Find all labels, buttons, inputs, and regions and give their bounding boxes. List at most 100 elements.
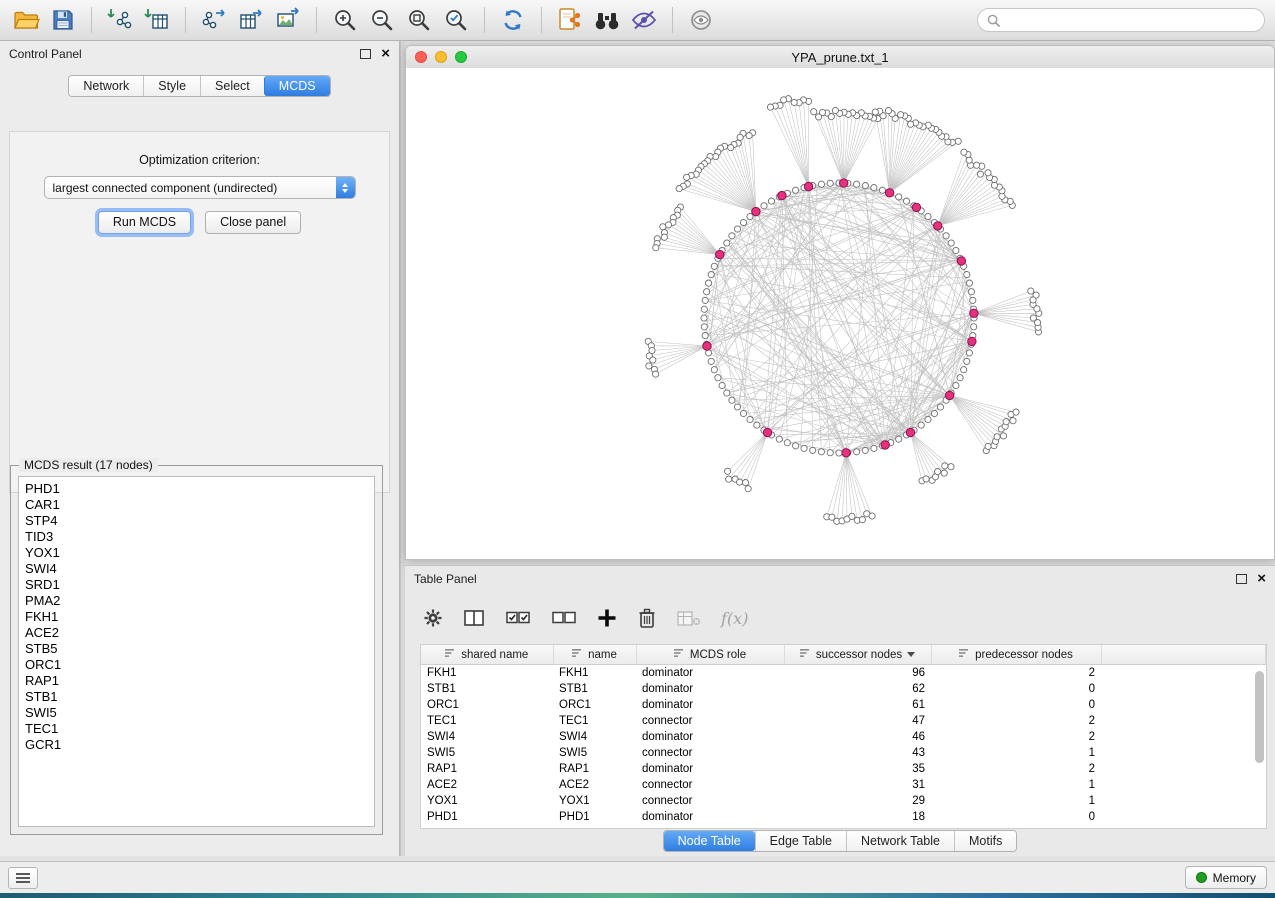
table-cell: SWI5 (553, 745, 636, 761)
column-header[interactable]: predecessor nodes (931, 645, 1101, 665)
optimization-criterion-select[interactable]: largest connected component (undirected) (44, 176, 356, 199)
table-cell: 62 (784, 681, 931, 697)
zoom-fit-icon[interactable] (403, 4, 435, 36)
result-node[interactable]: ORC1 (25, 657, 374, 673)
result-node[interactable]: ACE2 (25, 625, 374, 641)
tab-node-table[interactable]: Node Table (664, 831, 755, 851)
delete-row-icon[interactable] (637, 607, 657, 629)
table-row[interactable]: TEC1TEC1connector472 (421, 713, 1266, 729)
tab-network[interactable]: Network (69, 76, 143, 96)
share-document-icon[interactable] (554, 4, 586, 36)
table-cell: 61 (784, 697, 931, 713)
result-node[interactable]: RAP1 (25, 673, 374, 689)
table-cell: 46 (784, 729, 931, 745)
import-network-icon[interactable] (104, 4, 136, 36)
search-icon (987, 14, 1000, 27)
add-row-icon[interactable] (597, 608, 617, 628)
mcds-tab-page: Optimization criterion: largest connecte… (9, 131, 390, 493)
run-mcds-button[interactable]: Run MCDS (98, 211, 191, 234)
search-network-icon[interactable] (591, 4, 623, 36)
result-node[interactable]: FKH1 (25, 609, 374, 625)
network-canvas[interactable] (406, 68, 1274, 559)
result-node[interactable]: TEC1 (25, 721, 374, 737)
result-node[interactable]: PMA2 (25, 593, 374, 609)
table-cell: ACE2 (421, 777, 553, 793)
column-header[interactable]: MCDS role (636, 645, 784, 665)
zoom-out-icon[interactable] (366, 4, 398, 36)
result-node[interactable]: SWI4 (25, 561, 374, 577)
table-row[interactable]: PHD1PHD1dominator180 (421, 809, 1266, 825)
function-builder-icon[interactable]: f(x) (721, 609, 748, 628)
result-node[interactable]: CAR1 (25, 497, 374, 513)
table-sort-icon (445, 648, 456, 661)
table-cell: FKH1 (421, 665, 553, 682)
table-cell: dominator (636, 729, 784, 745)
table-cell: 29 (784, 793, 931, 809)
memory-button[interactable]: Memory (1185, 866, 1267, 889)
tab-style[interactable]: Style (143, 76, 200, 96)
result-node[interactable]: GCR1 (25, 737, 374, 753)
memory-button-label: Memory (1213, 871, 1256, 885)
mcds-result-list[interactable]: PHD1CAR1STP4TID3YOX1SWI4SRD1PMA2FKH1ACE2… (18, 476, 375, 827)
result-node[interactable]: STB5 (25, 641, 374, 657)
tab-select[interactable]: Select (200, 76, 264, 96)
column-header[interactable]: name (553, 645, 636, 665)
control-panel-tabs: NetworkStyleSelectMCDS (68, 75, 330, 97)
table-row[interactable]: STB1STB1dominator620 (421, 681, 1266, 697)
gear-icon[interactable] (423, 608, 443, 628)
float-panel-icon[interactable] (360, 49, 371, 59)
hide-annotations-icon[interactable] (628, 4, 660, 36)
control-panel: Control Panel × NetworkStyleSelectMCDS O… (0, 41, 400, 856)
zoom-selected-icon[interactable] (440, 4, 472, 36)
show-graphics-details-icon[interactable] (685, 4, 717, 36)
result-node[interactable]: SRD1 (25, 577, 374, 593)
tab-mcds[interactable]: MCDS (264, 76, 330, 96)
select-all-icon[interactable] (505, 608, 531, 628)
search-input[interactable] (1006, 12, 1255, 28)
column-header[interactable]: successor nodes (784, 645, 931, 665)
open-folder-icon[interactable] (10, 4, 42, 36)
export-network-icon[interactable] (198, 4, 230, 36)
toolbar-separator (185, 7, 186, 33)
export-table-icon[interactable] (235, 4, 267, 36)
control-panel-title: Control Panel (9, 47, 82, 61)
zoom-in-icon[interactable] (329, 4, 361, 36)
close-panel-icon[interactable]: × (1257, 571, 1266, 586)
table-row[interactable]: RAP1RAP1dominator352 (421, 761, 1266, 777)
table-cell: FKH1 (553, 665, 636, 682)
table-cell: 1 (931, 777, 1101, 793)
tab-edge-table[interactable]: Edge Table (755, 831, 846, 851)
table-row[interactable]: SWI4SWI4dominator462 (421, 729, 1266, 745)
table-cell: dominator (636, 681, 784, 697)
table-cell: 35 (784, 761, 931, 777)
result-node[interactable]: TID3 (25, 529, 374, 545)
status-menu-button[interactable] (8, 867, 38, 889)
clear-selection-icon[interactable] (551, 608, 577, 628)
result-node[interactable]: PHD1 (25, 481, 374, 497)
table-row[interactable]: FKH1FKH1dominator962 (421, 665, 1266, 682)
float-panel-icon[interactable] (1236, 574, 1247, 584)
column-header[interactable]: shared name (421, 645, 553, 665)
table-row[interactable]: SWI5SWI5connector431 (421, 745, 1266, 761)
export-image-icon[interactable] (272, 4, 304, 36)
table-row[interactable]: YOX1YOX1connector291 (421, 793, 1266, 809)
table-panel: Table Panel × (405, 565, 1275, 856)
result-node[interactable]: SWI5 (25, 705, 374, 721)
save-icon[interactable] (47, 4, 79, 36)
import-table-icon[interactable] (141, 4, 173, 36)
columns-icon[interactable] (463, 608, 485, 628)
network-window-titlebar[interactable]: YPA_prune.txt_1 (406, 46, 1274, 69)
table-row[interactable]: ACE2ACE2connector311 (421, 777, 1266, 793)
tab-network-table[interactable]: Network Table (846, 831, 954, 851)
network-window: YPA_prune.txt_1 (405, 45, 1275, 560)
close-panel-button[interactable]: Close panel (205, 211, 301, 234)
close-panel-icon[interactable]: × (381, 46, 390, 61)
refresh-layout-icon[interactable] (497, 4, 529, 36)
tab-motifs[interactable]: Motifs (954, 831, 1016, 851)
result-node[interactable]: STP4 (25, 513, 374, 529)
table-toolbar: f(x) (423, 598, 748, 638)
result-node[interactable]: STB1 (25, 689, 374, 705)
table-scrollbar[interactable] (1255, 671, 1264, 763)
table-row[interactable]: ORC1ORC1dominator610 (421, 697, 1266, 713)
result-node[interactable]: YOX1 (25, 545, 374, 561)
